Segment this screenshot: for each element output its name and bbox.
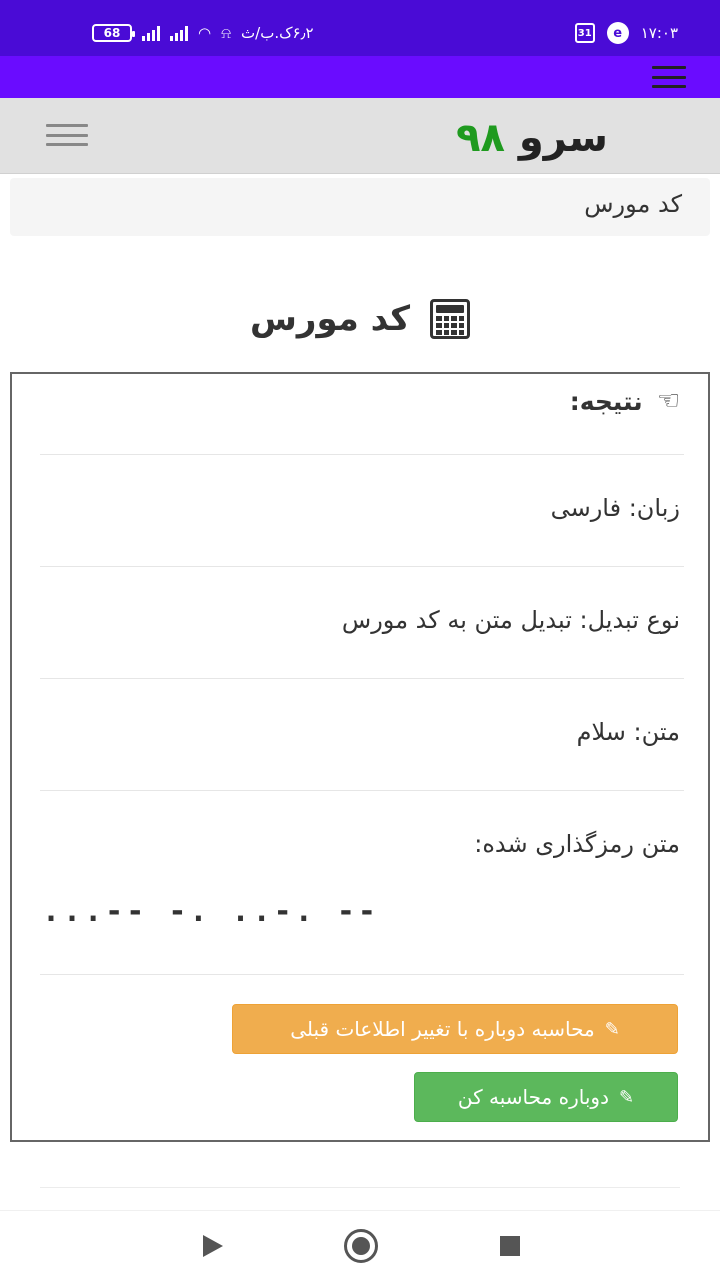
divider xyxy=(40,678,684,679)
logo-text: سرو xyxy=(518,115,608,161)
recalculate-with-changes-button[interactable]: ✎ محاسبه دوباره با تغییر اطلاعات قبلی xyxy=(232,1004,678,1054)
battery-icon: 68 xyxy=(92,24,135,42)
breadcrumb-current: کد مورس xyxy=(584,190,682,218)
calculator-icon xyxy=(430,299,471,339)
site-header: سرو ۹۸ xyxy=(0,98,720,174)
pencil-icon: ✎ xyxy=(618,1086,635,1108)
encoded-label: متن رمزگذاری شده: xyxy=(474,830,680,858)
calendar-date: 31 xyxy=(577,27,592,39)
signal-icon xyxy=(142,25,160,41)
conversion-type-row: نوع تبدیل: تبدیل متن به کد مورس xyxy=(341,606,680,634)
result-heading-label: نتیجه: xyxy=(569,386,643,416)
site-logo[interactable]: سرو ۹۸ xyxy=(456,114,608,162)
site-menu-icon[interactable] xyxy=(46,124,88,146)
divider xyxy=(40,1187,680,1188)
recalculate-button[interactable]: ✎ دوباره محاسبه کن xyxy=(414,1072,678,1122)
result-panel: ☞ نتیجه: زبان: فارسی نوع تبدیل: تبدیل مت… xyxy=(10,372,710,1142)
language-row: زبان: فارسی xyxy=(550,494,680,522)
calendar-icon: 31 xyxy=(574,23,595,43)
divider xyxy=(40,974,684,975)
app-notification-icon: e xyxy=(606,22,629,44)
battery-level: 68 xyxy=(103,26,121,40)
nav-home-icon[interactable] xyxy=(344,1229,378,1263)
result-heading: ☞ نتیجه: xyxy=(570,386,680,416)
status-indicators: 68 ◠ ⍾ ۶٫۲ک.ب/ث xyxy=(92,20,314,46)
clock: ۱۷:۰۳ xyxy=(640,24,678,42)
system-nav-bar xyxy=(0,1210,720,1280)
top-menu-bar xyxy=(0,56,720,98)
status-right: 31 e ۱۷:۰۳ xyxy=(574,20,678,46)
bell-muted-icon: ⍾ xyxy=(221,24,232,42)
hamburger-menu-icon[interactable] xyxy=(652,66,686,88)
network-speed: ۶٫۲ک.ب/ث xyxy=(241,24,314,42)
page-title-text: کد مورس xyxy=(249,299,411,339)
status-bar: 68 ◠ ⍾ ۶٫۲ک.ب/ث 31 e ۱۷:۰۳ xyxy=(0,0,720,56)
divider xyxy=(40,790,684,791)
divider xyxy=(40,566,684,567)
pencil-icon: ✎ xyxy=(604,1018,620,1040)
input-text-row: متن: سلام xyxy=(576,718,680,746)
logo-number: ۹۸ xyxy=(456,115,505,161)
encoded-morse-value: ...-- -. ..-. -- xyxy=(42,894,379,929)
nav-back-icon[interactable] xyxy=(203,1235,223,1257)
signal-icon-2 xyxy=(170,25,188,41)
nav-recents-icon[interactable] xyxy=(500,1236,520,1256)
wifi-icon: ◠ xyxy=(198,24,212,42)
hand-pointer-icon: ☞ xyxy=(656,386,680,416)
page-title: کد مورس xyxy=(0,292,720,346)
breadcrumb: کد مورس xyxy=(10,178,710,236)
recalculate-with-changes-label: محاسبه دوباره با تغییر اطلاعات قبلی xyxy=(290,1017,595,1041)
divider xyxy=(40,454,684,455)
recalculate-label: دوباره محاسبه کن xyxy=(457,1085,609,1109)
